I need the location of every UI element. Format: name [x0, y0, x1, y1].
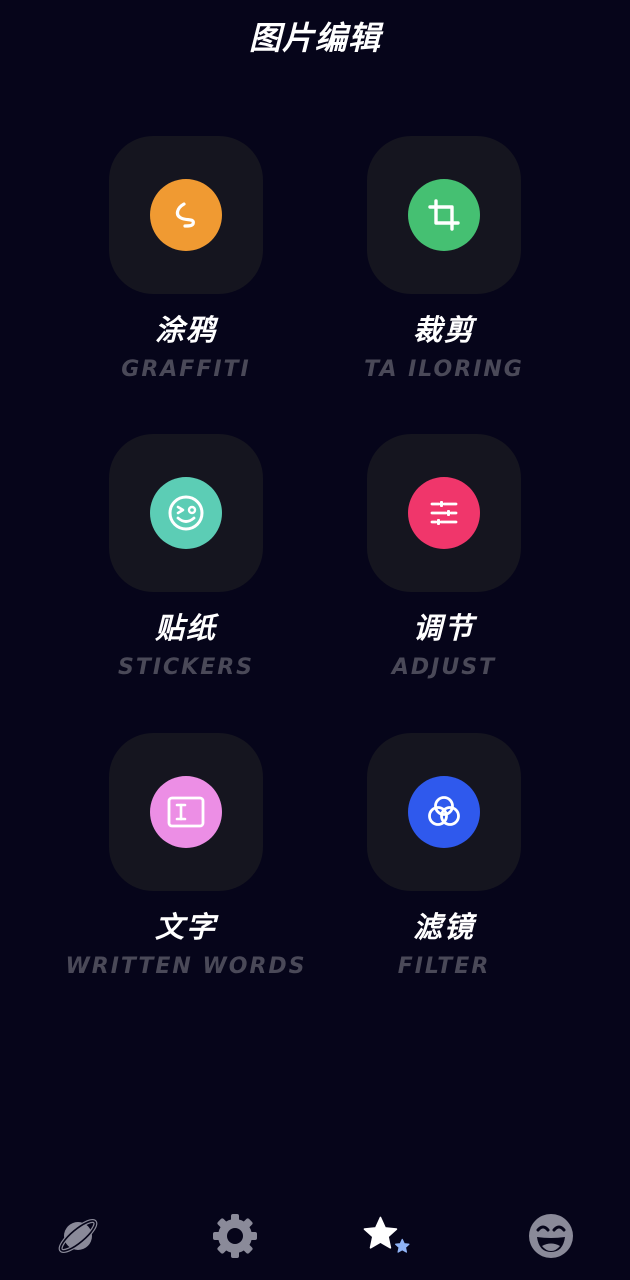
adjust-icon-circle — [408, 477, 480, 549]
smiley-icon — [168, 495, 204, 531]
stars-icon — [363, 1216, 410, 1253]
adjust-title: 调节 — [412, 611, 475, 645]
stickers-subtitle: STICKERS — [117, 655, 255, 680]
squiggle-icon — [175, 202, 195, 228]
graffiti-icon-circle — [150, 179, 222, 251]
crop-icon-circle — [408, 179, 480, 251]
filter-circles-icon — [428, 796, 460, 826]
crop-button[interactable] — [367, 136, 521, 294]
crop-icon — [428, 199, 460, 231]
stickers-title: 贴纸 — [154, 611, 217, 645]
graffiti-button[interactable] — [109, 136, 263, 294]
filter-title: 滤镜 — [412, 910, 475, 944]
gear-icon — [213, 1214, 257, 1258]
tool-crop: 裁剪 TA ILORING — [294, 136, 594, 396]
bottom-tab-bar — [0, 1196, 630, 1276]
tab-edit[interactable] — [362, 1210, 414, 1262]
filter-subtitle: FILTER — [397, 954, 491, 979]
laughing-face-icon — [529, 1214, 573, 1258]
tab-discover[interactable] — [52, 1210, 104, 1262]
page-title: 图片编辑 — [248, 19, 381, 57]
graffiti-subtitle: GRAFFITI — [121, 357, 251, 382]
text-box-icon — [167, 796, 205, 828]
text-icon-circle — [150, 776, 222, 848]
stickers-icon-circle — [150, 477, 222, 549]
tab-settings[interactable] — [209, 1210, 261, 1262]
crop-subtitle: TA ILORING — [364, 357, 524, 382]
tab-profile[interactable] — [525, 1210, 577, 1262]
graffiti-title: 涂鸦 — [154, 313, 217, 347]
adjust-button[interactable] — [367, 434, 521, 592]
tool-text: 文字 WRITTEN WORDS — [36, 733, 336, 993]
crop-title: 裁剪 — [412, 313, 475, 347]
filter-button[interactable] — [367, 733, 521, 891]
filter-icon-circle — [408, 776, 480, 848]
adjust-subtitle: ADJUST — [391, 655, 497, 680]
stickers-button[interactable] — [109, 434, 263, 592]
tool-filter: 滤镜 FILTER — [294, 733, 594, 993]
text-subtitle: WRITTEN WORDS — [65, 954, 307, 979]
text-title: 文字 — [154, 910, 217, 944]
tool-graffiti: 涂鸦 GRAFFITI — [36, 136, 336, 396]
tool-stickers: 贴纸 STICKERS — [36, 434, 336, 694]
sliders-icon — [430, 501, 458, 525]
planet-icon — [58, 1219, 98, 1253]
text-button[interactable] — [109, 733, 263, 891]
tool-adjust: 调节 ADJUST — [294, 434, 594, 694]
